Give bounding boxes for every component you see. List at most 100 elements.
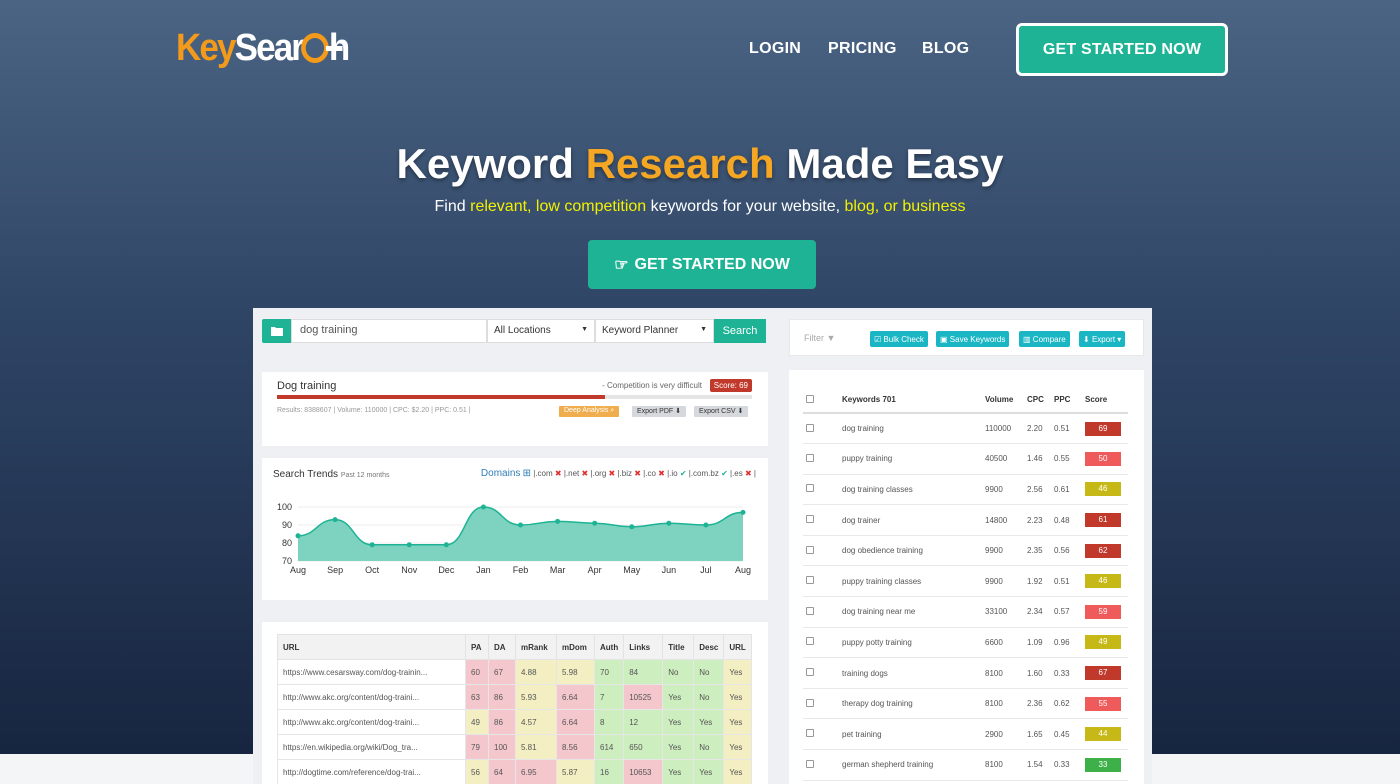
trend-point[interactable] [332,517,338,523]
column-header[interactable]: PA [465,634,489,660]
export-pdf-button[interactable]: Export PDF ⬇ [632,406,687,417]
trend-point[interactable] [480,504,486,510]
nav-login[interactable]: LOGIN [749,40,801,58]
keyword-link[interactable]: dog obedience training [839,535,982,567]
column-header[interactable]: mDom [556,634,595,660]
select-all-checkbox[interactable] [803,387,839,414]
column-header[interactable]: URL [723,634,753,660]
serp-url-link[interactable]: https://www.cesarsway.com/dog-trainin... [277,659,466,685]
search-button[interactable]: Search [714,319,766,343]
serp-cell: No [693,659,725,685]
trend-point[interactable] [592,520,598,526]
serp-url-link[interactable]: http://www.akc.org/content/dog-traini... [277,709,466,735]
row-checkbox[interactable] [803,413,839,445]
source-select[interactable]: Keyword Planner ▼ [595,319,714,343]
trend-point[interactable] [629,524,635,530]
trend-point[interactable] [703,522,709,528]
keyword-link[interactable]: training dogs [839,657,982,689]
row-checkbox[interactable] [803,627,839,659]
save-keywords-button[interactable]: ▣ Save Keywords [936,331,1010,347]
keyword-link[interactable]: therapy dog training [839,688,982,720]
column-header[interactable]: Desc [693,634,725,660]
serp-cell: Yes [723,759,753,784]
serp-url-link[interactable]: https://en.wikipedia.org/wiki/Dog_tra... [277,734,466,760]
keyword-link[interactable]: dog trainer [839,504,982,536]
row-checkbox[interactable] [803,688,839,720]
trend-point[interactable] [555,518,561,524]
ppc-cell: 0.51 [1051,413,1082,445]
keyword-link[interactable]: puppy training [839,443,982,475]
bulk-check-button[interactable]: ☑ Bulk Check [870,331,928,347]
trend-point[interactable] [518,522,523,528]
serp-url-link[interactable]: http://dogtime.com/reference/dog-trai... [277,759,466,784]
column-header[interactable]: Title [662,634,695,660]
column-header[interactable]: Score [1082,387,1128,414]
column-header[interactable]: URL [277,634,466,660]
cross-icon: ✖ [581,469,589,478]
keyword-link[interactable]: puppy training classes [839,565,982,598]
keyword-link[interactable]: pet training [839,718,982,751]
column-header[interactable]: PPC [1051,387,1082,414]
keyword-row: pet training 2900 1.65 0.45 44 [803,718,1128,751]
row-checkbox[interactable] [803,718,839,751]
serp-cell: No [662,659,695,685]
download-icon: ⬇ [1083,334,1090,344]
trend-point[interactable] [740,509,746,515]
keyword-input[interactable]: dog training [291,319,487,343]
cpc-cell: 1.46 [1024,443,1051,475]
row-checkbox[interactable] [803,565,839,598]
column-header[interactable]: Auth [593,634,625,660]
row-checkbox[interactable] [803,535,839,567]
serp-cell: 6.64 [556,709,595,735]
trend-point[interactable] [295,533,301,539]
folder-icon[interactable] [262,319,291,343]
serp-row: http://www.akc.org/content/dog-traini...… [277,709,753,735]
domain-tld: |.com ✖ [533,469,562,478]
serp-cell: 70 [593,659,625,685]
trend-point[interactable] [443,542,449,548]
serp-cell: 86 [488,684,516,710]
serp-cell: 60 [465,659,489,685]
column-header[interactable]: mRank [515,634,557,660]
ppc-cell: 0.45 [1051,718,1082,751]
trend-point[interactable] [369,542,375,548]
column-header[interactable]: Volume [982,387,1024,414]
keyword-link[interactable]: puppy potty training [839,627,982,659]
domains-label[interactable]: Domains [481,468,520,479]
row-checkbox[interactable] [803,474,839,506]
row-checkbox[interactable] [803,657,839,689]
keyword-link[interactable]: dog training near me [839,596,982,628]
ppc-cell: 0.61 [1051,474,1082,506]
x-tick-label: Aug [735,565,751,575]
keysearch-logo[interactable]: Key Sear h [176,26,350,70]
get-started-header-button[interactable]: GET STARTED NOW [1016,23,1228,76]
save-icon: ▣ [940,334,948,344]
nav-blog[interactable]: BLOG [922,40,969,58]
row-checkbox[interactable] [803,749,839,781]
plus-square-icon[interactable]: ⊞ [523,468,531,479]
column-header[interactable]: CPC [1024,387,1051,414]
filter-button[interactable]: Filter ▼ [804,333,835,343]
search-bar: dog training All Locations ▼ Keyword Plan… [262,319,766,343]
column-header[interactable]: DA [488,634,516,660]
nav-pricing[interactable]: PRICING [828,40,897,58]
get-started-hero-button[interactable]: ☞ GET STARTED NOW [588,240,816,289]
compare-button[interactable]: ▥ Compare [1019,331,1070,347]
deep-analysis-button[interactable]: Deep Analysis ⌕ [559,406,620,417]
column-header[interactable]: Links [623,634,664,660]
keyword-link[interactable]: dog training [839,413,982,445]
serp-url-link[interactable]: http://www.akc.org/content/dog-traini... [277,684,466,710]
location-select[interactable]: All Locations ▼ [487,319,595,343]
export-button[interactable]: ⬇ Export ▾ [1079,331,1126,347]
row-checkbox[interactable] [803,504,839,536]
volume-cell: 110000 [982,413,1024,445]
row-checkbox[interactable] [803,596,839,628]
serp-cell: Yes [662,759,695,784]
row-checkbox[interactable] [803,443,839,475]
column-header[interactable]: Keywords 701 [839,387,982,414]
keyword-link[interactable]: german shepherd training [839,749,982,781]
keyword-link[interactable]: dog training classes [839,474,982,506]
trend-point[interactable] [406,542,412,548]
export-csv-button[interactable]: Export CSV ⬇ [694,406,749,417]
trend-point[interactable] [666,520,672,526]
